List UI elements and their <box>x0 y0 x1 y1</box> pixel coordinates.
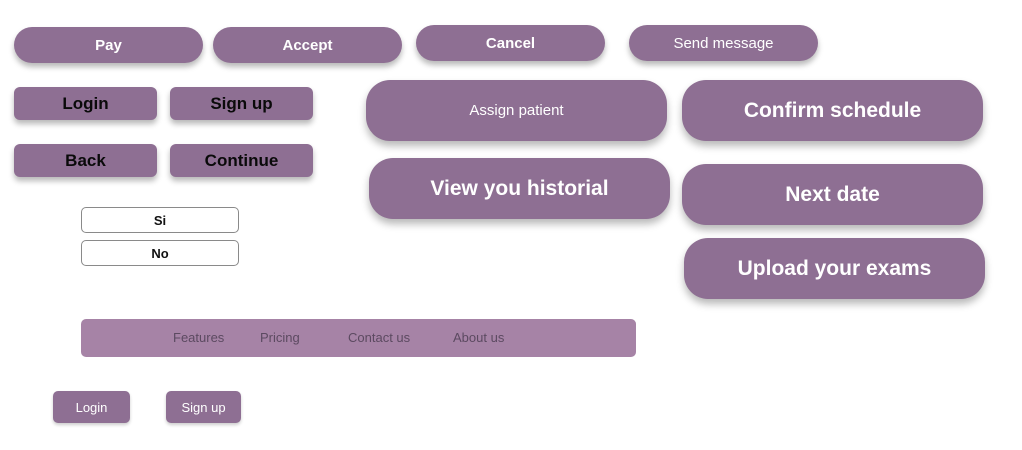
nav-link-pricing[interactable]: Pricing <box>260 330 300 345</box>
cancel-button[interactable]: Cancel <box>416 25 605 61</box>
upload-exams-button[interactable]: Upload your exams <box>684 238 985 299</box>
login-button[interactable]: Login <box>14 87 157 120</box>
pay-button[interactable]: Pay <box>14 27 203 63</box>
confirm-schedule-button[interactable]: Confirm schedule <box>682 80 983 141</box>
accept-button[interactable]: Accept <box>213 27 402 63</box>
yes-option-button[interactable]: Si <box>81 207 239 233</box>
navigation-bar: Features Pricing Contact us About us <box>81 319 636 357</box>
assign-patient-button[interactable]: Assign patient <box>366 80 667 141</box>
footer-login-button[interactable]: Login <box>53 391 130 423</box>
continue-button[interactable]: Continue <box>170 144 313 177</box>
nav-link-contact-us[interactable]: Contact us <box>348 330 410 345</box>
no-option-button[interactable]: No <box>81 240 239 266</box>
send-message-button[interactable]: Send message <box>629 25 818 61</box>
signup-button[interactable]: Sign up <box>170 87 313 120</box>
footer-signup-button[interactable]: Sign up <box>166 391 241 423</box>
view-historial-button[interactable]: View you historial <box>369 158 670 219</box>
next-date-button[interactable]: Next date <box>682 164 983 225</box>
nav-link-about-us[interactable]: About us <box>453 330 504 345</box>
back-button[interactable]: Back <box>14 144 157 177</box>
nav-link-features[interactable]: Features <box>173 330 224 345</box>
